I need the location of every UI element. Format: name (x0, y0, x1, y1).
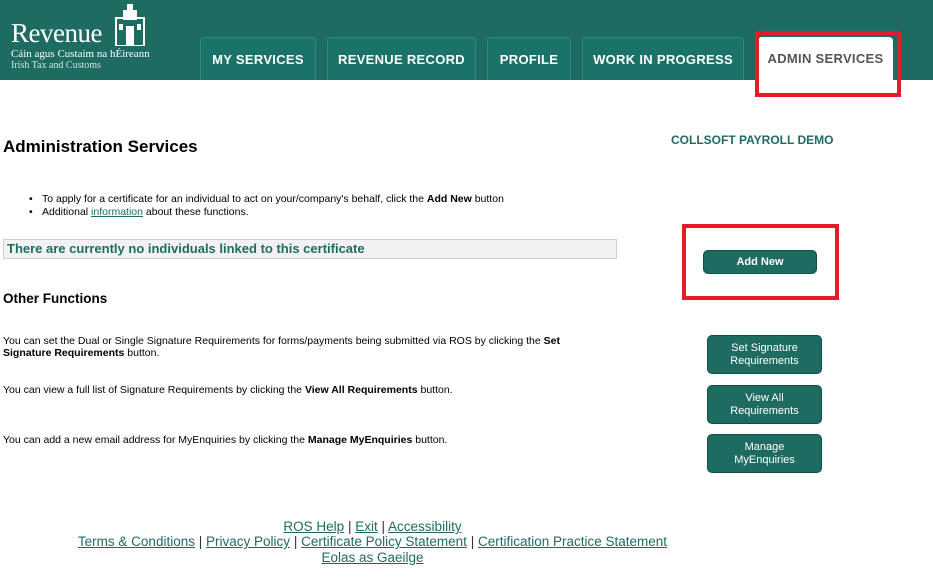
footer-separator: | (198, 534, 203, 549)
button-label: Requirements (730, 354, 799, 367)
view-all-requirements-button[interactable]: View All Requirements (707, 385, 822, 424)
footer-row-2: Terms & Conditions | Privacy Policy | Ce… (0, 534, 745, 549)
function-text: button. (412, 434, 448, 446)
function-text: You can set the Dual or Single Signature… (3, 335, 544, 347)
harp-logo-icon (115, 4, 145, 46)
add-new-button[interactable]: Add New (703, 250, 817, 274)
function-text: You can view a full list of Signature Re… (3, 384, 305, 396)
company-name: COLLSOFT PAYROLL DEMO (671, 133, 834, 147)
button-label: MyEnquiries (734, 453, 795, 466)
info-text: Additional (42, 206, 92, 218)
button-label: Requirements (730, 404, 799, 417)
footer-row-1: ROS Help | Exit | Accessibility (0, 519, 745, 534)
tab-my-services[interactable]: MY SERVICES (200, 37, 316, 80)
function-text-manage-myenquiries: You can add a new email address for MyEn… (3, 434, 603, 446)
button-label: Manage (744, 440, 785, 453)
tab-work-in-progress[interactable]: WORK IN PROGRESS (582, 37, 744, 80)
no-individuals-message: There are currently no individuals linke… (3, 239, 617, 259)
brand-subtitle-english: Irish Tax and Customs (11, 60, 101, 71)
other-functions-title: Other Functions (3, 291, 108, 306)
button-label: Set Signature (731, 341, 798, 354)
information-link[interactable]: information (91, 206, 143, 218)
info-bold: Add New (426, 193, 472, 205)
function-bold: View All Requirements (304, 384, 418, 396)
footer-row-3: Eolas as Gaeilge (0, 550, 745, 565)
function-text-view-all: You can view a full list of Signature Re… (3, 384, 603, 396)
irish-language-link[interactable]: Eolas as Gaeilge (321, 550, 423, 565)
function-text-set-signature: You can set the Dual or Single Signature… (3, 335, 603, 359)
info-list: To apply for a certificate for an indivi… (29, 193, 504, 219)
info-text: button (471, 193, 504, 205)
tab-profile[interactable]: PROFILE (487, 37, 571, 80)
footer-separator: | (347, 519, 352, 534)
info-text: To apply for a certificate for an indivi… (42, 193, 427, 205)
certificate-policy-link[interactable]: Certificate Policy Statement (301, 534, 467, 549)
brand-subtitle-irish: Cáin agus Custaim na hÉireann (11, 48, 150, 60)
manage-myenquiries-button[interactable]: Manage MyEnquiries (707, 434, 822, 473)
function-text: button. (124, 347, 160, 359)
revenue-logo-text[interactable]: Revenue (11, 18, 102, 49)
certification-practice-link[interactable]: Certification Practice Statement (478, 534, 667, 549)
footer-separator: | (381, 519, 386, 534)
accessibility-link[interactable]: Accessibility (388, 519, 462, 534)
footer-separator: | (470, 534, 475, 549)
tab-revenue-record[interactable]: REVENUE RECORD (327, 37, 476, 80)
info-item-add-new: To apply for a certificate for an indivi… (29, 193, 504, 206)
tab-admin-services[interactable]: ADMIN SERVICES (758, 37, 893, 93)
function-bold: Manage MyEnquiries (307, 434, 413, 446)
site-header: Revenue Cáin agus Custaim na hÉireann Ir… (0, 0, 933, 93)
page-title: Administration Services (3, 137, 198, 156)
exit-link[interactable]: Exit (355, 519, 378, 534)
function-text: You can add a new email address for MyEn… (3, 434, 308, 446)
button-label: View All (745, 391, 784, 404)
function-text: button. (417, 384, 453, 396)
terms-link[interactable]: Terms & Conditions (78, 534, 195, 549)
set-signature-requirements-button[interactable]: Set Signature Requirements (707, 335, 822, 374)
footer-separator: | (293, 534, 298, 549)
ros-help-link[interactable]: ROS Help (283, 519, 344, 534)
info-item-additional: Additional information about these funct… (29, 206, 504, 219)
privacy-policy-link[interactable]: Privacy Policy (206, 534, 290, 549)
info-text: about these functions. (143, 206, 249, 218)
